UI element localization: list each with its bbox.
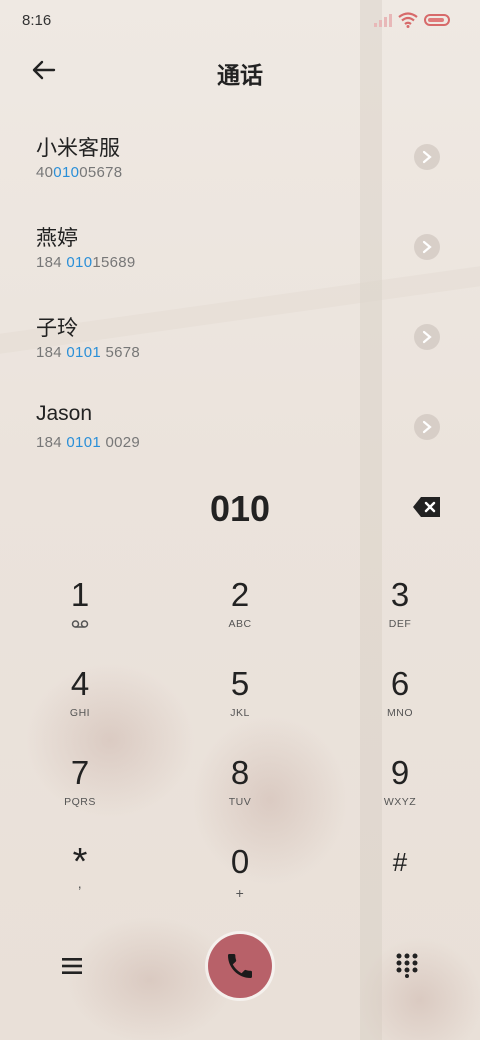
menu-icon[interactable] bbox=[60, 954, 86, 978]
contact-item[interactable]: 子玲 184 0101 5678 bbox=[0, 292, 480, 382]
voicemail-icon bbox=[71, 620, 89, 628]
bottom-bar bbox=[0, 930, 480, 1010]
contact-detail-button[interactable] bbox=[414, 414, 440, 440]
call-button[interactable] bbox=[208, 934, 272, 998]
contact-number: 184 0101 5678 bbox=[36, 344, 141, 361]
contact-item[interactable]: Jason 184 0101 0029 bbox=[0, 382, 480, 472]
contact-item[interactable]: 燕婷 184 01015689 bbox=[0, 202, 480, 292]
key-5[interactable]: 5 JKL bbox=[180, 663, 300, 743]
key-9[interactable]: 9 WXYZ bbox=[340, 752, 460, 832]
status-bar: 8:16 bbox=[0, 0, 480, 40]
dialed-number[interactable]: 010 bbox=[0, 488, 480, 530]
key-0[interactable]: 0 + bbox=[180, 841, 300, 921]
wifi-icon bbox=[398, 12, 418, 28]
backspace-icon[interactable] bbox=[412, 496, 442, 518]
key-4[interactable]: 4 GHI bbox=[20, 663, 140, 743]
status-time: 8:16 bbox=[22, 12, 52, 29]
contact-name: 子玲 bbox=[36, 317, 78, 340]
dialpad-icon[interactable] bbox=[394, 952, 420, 978]
contact-number: 4001005678 bbox=[36, 164, 123, 181]
chevron-right-icon bbox=[422, 150, 432, 164]
contact-number: 184 01015689 bbox=[36, 254, 136, 271]
chevron-right-icon bbox=[422, 240, 432, 254]
dial-entry: 010 bbox=[0, 480, 480, 540]
page-title: 通话 bbox=[217, 62, 263, 88]
key-2[interactable]: 2 ABC bbox=[180, 574, 300, 654]
header: 通话 bbox=[0, 44, 480, 96]
contact-item[interactable]: 小米客服 4001005678 bbox=[0, 112, 480, 202]
key-hash[interactable]: # bbox=[340, 841, 460, 921]
contact-detail-button[interactable] bbox=[414, 144, 440, 170]
key-6[interactable]: 6 MNO bbox=[340, 663, 460, 743]
contact-name: 小米客服 bbox=[36, 137, 120, 160]
key-8[interactable]: 8 TUV bbox=[180, 752, 300, 832]
chevron-right-icon bbox=[422, 330, 432, 344]
key-1[interactable]: 1 bbox=[20, 574, 140, 654]
contact-number: 184 0101 0029 bbox=[36, 434, 141, 451]
contact-suggestions-list: 小米客服 4001005678 燕婷 184 01015689 子玲 184 0… bbox=[0, 112, 480, 472]
key-3[interactable]: 3 DEF bbox=[340, 574, 460, 654]
contact-name: 燕婷 bbox=[36, 227, 78, 250]
key-7[interactable]: 7 PQRS bbox=[20, 752, 140, 832]
battery-icon bbox=[424, 14, 450, 26]
contact-detail-button[interactable] bbox=[414, 324, 440, 350]
signal-icon bbox=[374, 14, 392, 27]
dialpad: 1 2 ABC 3 DEF 4 GHI 5 JKL 6 MNO 7 PQRS 8… bbox=[0, 570, 480, 930]
phone-icon bbox=[228, 954, 252, 978]
contact-name: Jason bbox=[36, 402, 93, 425]
contact-detail-button[interactable] bbox=[414, 234, 440, 260]
key-star[interactable]: * , bbox=[20, 841, 140, 921]
chevron-right-icon bbox=[422, 420, 432, 434]
